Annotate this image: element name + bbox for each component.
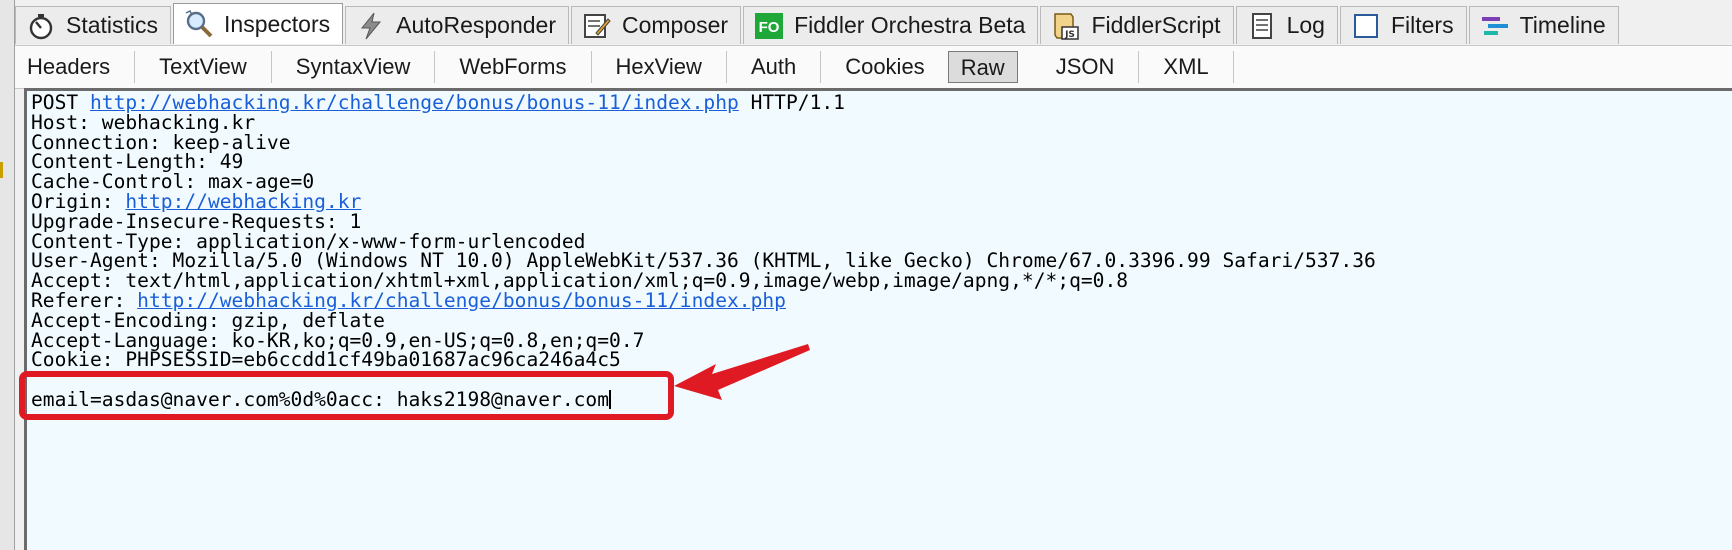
annotation-arrow [674,344,810,400]
tab-label: Log [1286,12,1325,38]
fo-icon: FO [754,11,784,41]
tab-textview[interactable]: TextView [135,51,272,83]
tab-auth[interactable]: Auth [727,51,822,83]
tab-label: FiddlerScript [1091,12,1221,38]
request-protocol: HTTP/1.1 [750,91,845,114]
tab-hexview[interactable]: HexView [592,51,727,83]
tab-syntaxview[interactable]: SyntaxView [272,51,436,83]
log-icon [1247,11,1277,41]
tab-json[interactable]: JSON [1032,51,1140,83]
tab-fiddlerscript[interactable]: JS FiddlerScript [1040,6,1234,44]
tab-label: Composer [621,12,729,38]
magnifier-icon [184,9,214,39]
annotation-highlight-box [19,371,674,420]
checkbox-icon [1351,11,1381,41]
composer-icon [582,11,612,41]
tab-label: Fiddler Orchestra Beta [794,12,1026,38]
inspector-view-bar: Headers TextView SyntaxView WebForms Hex… [15,45,1732,89]
tab-filters[interactable]: Filters [1339,6,1467,44]
tab-label: Timeline [1519,12,1606,38]
stopwatch-icon [26,11,56,41]
main-tab-strip: Statistics Inspectors AutoResponder Comp… [15,3,1621,46]
tab-inspectors[interactable]: Inspectors [173,3,344,44]
tab-timeline[interactable]: Timeline [1468,6,1619,44]
tab-xml[interactable]: XML [1139,51,1234,83]
sub-tab-strip: Headers TextView SyntaxView WebForms Hex… [15,46,1732,88]
timeline-icon [1480,11,1510,41]
window-left-edge [0,0,15,550]
tab-fiddler-orchestra[interactable]: FO Fiddler Orchestra Beta [743,6,1039,44]
script-icon: JS [1051,11,1081,41]
tab-composer[interactable]: Composer [570,6,742,44]
tab-raw[interactable]: Raw [947,51,1018,83]
tab-statistics[interactable]: Statistics [15,6,172,44]
script-icon-text: JS [1065,30,1076,40]
tab-label: Filters [1390,12,1454,38]
edge-marker [0,162,3,178]
header-line-cookie: Cookie: PHPSESSID=eb6ccdd1cf49ba01687ac9… [31,348,621,372]
fo-icon-text: FO [759,19,780,36]
tab-headers[interactable]: Headers [15,51,136,83]
tab-label: AutoResponder [396,12,556,38]
tab-label: Statistics [66,12,159,38]
raw-request-editor[interactable]: POST http://webhacking.kr/challenge/bonu… [24,88,1732,550]
tab-label: Inspectors [224,10,331,37]
tab-webforms[interactable]: WebForms [435,51,592,83]
tab-autoresponder[interactable]: AutoResponder [345,6,569,44]
tab-cookies[interactable]: Cookies [821,51,950,83]
lightning-icon [356,11,386,41]
tab-log[interactable]: Log [1235,6,1338,44]
